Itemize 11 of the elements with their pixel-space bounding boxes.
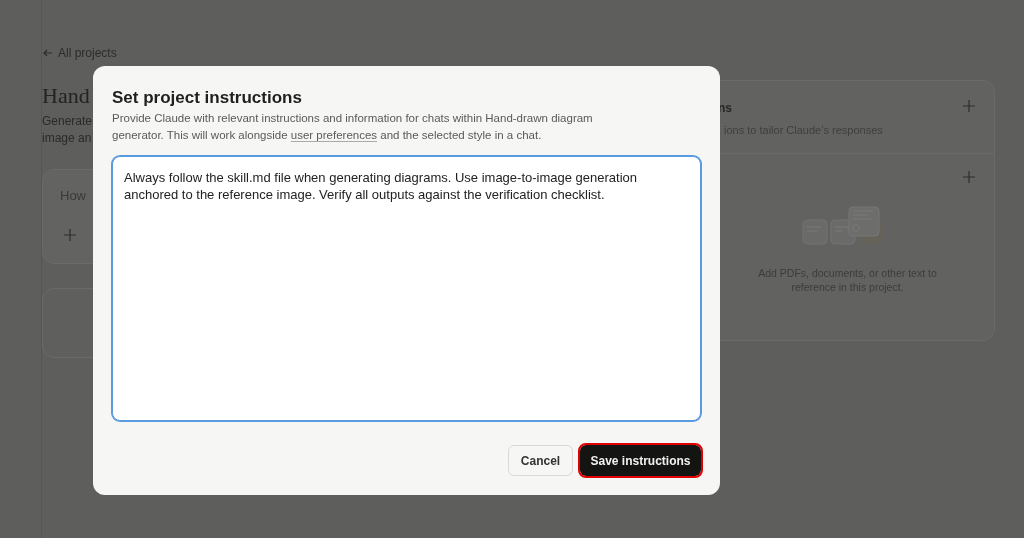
dialog-title: Set project instructions [112, 88, 303, 108]
dialog-description: Provide Claude with relevant instructions and information for chats within Hand-drawn diagram generator. This will work alongside user preferences and the selected style in a chat. [112, 111, 594, 143]
save-button[interactable]: Save instructions [580, 445, 701, 476]
preferences-link[interactable]: user preferences [290, 129, 378, 141]
project-title: Hand [42, 82, 90, 110]
plus-icon[interactable] [962, 170, 976, 184]
plus-icon[interactable] [962, 99, 976, 113]
plus-icon [63, 227, 77, 242]
cancel-button[interactable]: Cancel [508, 445, 573, 476]
instructions-field[interactable]: Always follow the skill.md file when generating diagrams. Use image-to-image generation anchored to the reference image. Verify all outputs against the verification checklist. [112, 156, 701, 421]
arrow-left-icon [42, 47, 54, 59]
